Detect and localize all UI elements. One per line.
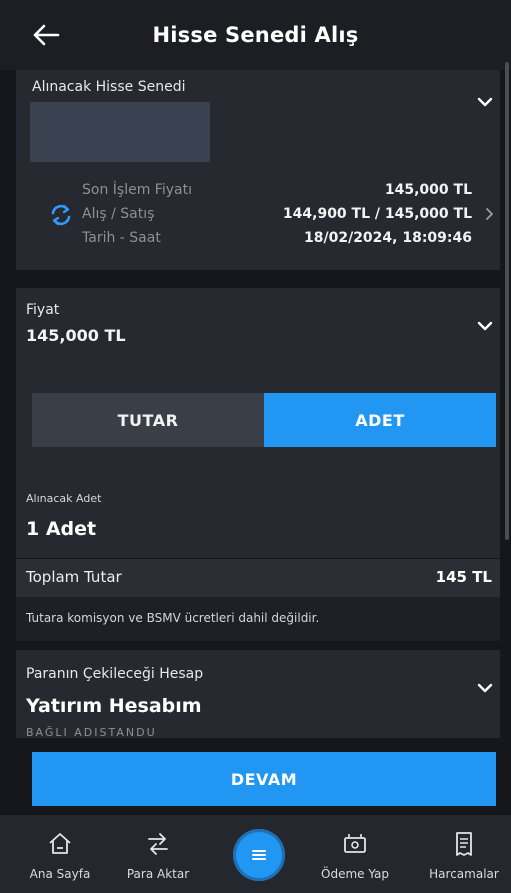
price-label: Fiyat bbox=[26, 302, 60, 318]
price-selector[interactable]: Fiyat 145,000 TL bbox=[16, 288, 500, 366]
menu-button[interactable] bbox=[233, 829, 285, 881]
quantity-field[interactable]: Alınacak Adet 1 Adet bbox=[16, 476, 500, 558]
nav-label-payment: Ödeme Yap bbox=[321, 867, 389, 881]
total-row: Toplam Tutar 145 TL bbox=[16, 559, 500, 597]
last-price-value: 145,000 TL bbox=[384, 182, 472, 198]
commission-note: Tutara komisyon ve BSMV ücretleri dahil … bbox=[26, 611, 320, 625]
nav-item-home[interactable]: Ana Sayfa bbox=[20, 815, 100, 893]
chevron-down-icon bbox=[477, 683, 493, 693]
quantity-value[interactable]: 1 Adet bbox=[26, 518, 96, 540]
price-value: 145,000 TL bbox=[26, 326, 126, 345]
date-time-value: 18/02/2024, 18:09:46 bbox=[304, 230, 472, 246]
date-time-label: Tarih - Saat bbox=[82, 230, 161, 246]
chevron-down-icon bbox=[477, 97, 493, 107]
last-price-row: Son İşlem Fiyatı 145,000 TL bbox=[16, 182, 500, 204]
menu-icon bbox=[252, 850, 266, 860]
chevron-down-icon bbox=[477, 321, 493, 331]
nav-label-transfer: Para Aktar bbox=[126, 867, 190, 881]
scrollbar[interactable] bbox=[505, 62, 509, 540]
nav-item-transfer[interactable]: Para Aktar bbox=[118, 815, 198, 893]
page-title: Hisse Senedi Alış bbox=[152, 23, 359, 47]
bid-ask-label: Alış / Satış bbox=[82, 206, 155, 222]
nav-label-expenses: Harcamalar bbox=[429, 867, 499, 881]
bid-ask-row: Alış / Satış 144,900 TL / 145,000 TL bbox=[16, 206, 500, 228]
total-value: 145 TL bbox=[435, 568, 492, 586]
transfer-icon bbox=[148, 833, 168, 855]
header-bar: Hisse Senedi Alış bbox=[0, 0, 511, 70]
last-price-label: Son İşlem Fiyatı bbox=[82, 182, 192, 198]
bid-ask-value: 144,900 TL / 145,000 TL bbox=[282, 206, 472, 222]
date-time-row: Tarih - Saat 18/02/2024, 18:09:46 bbox=[16, 230, 500, 252]
back-arrow-icon[interactable] bbox=[30, 20, 62, 50]
quantity-label: Alınacak Adet bbox=[26, 492, 102, 505]
tab-adet[interactable]: ADET bbox=[264, 393, 496, 447]
continue-button[interactable]: DEVAM bbox=[32, 752, 496, 806]
total-label: Toplam Tutar bbox=[26, 568, 122, 586]
receipt-icon bbox=[456, 832, 472, 856]
account-selector[interactable]: Paranın Çekileceği Hesap Yatırım Hesabım… bbox=[16, 650, 500, 738]
account-value: Yatırım Hesabım bbox=[26, 695, 202, 717]
nav-label-home: Ana Sayfa bbox=[29, 867, 91, 881]
home-icon bbox=[49, 833, 71, 854]
account-sub: BAĞLI ADISTANDU bbox=[26, 726, 157, 736]
price-info-panel[interactable]: Son İşlem Fiyatı 145,000 TL Alış / Satış… bbox=[16, 170, 500, 270]
payment-icon bbox=[344, 834, 366, 853]
stock-label: Alınacak Hisse Senedi bbox=[32, 79, 186, 95]
nav-item-payment[interactable]: Ödeme Yap bbox=[310, 815, 400, 893]
tab-tutar[interactable]: TUTAR bbox=[32, 393, 264, 447]
stock-selector[interactable]: Alınacak Hisse Senedi bbox=[16, 70, 500, 170]
commission-note-panel: Tutara komisyon ve BSMV ücretleri dahil … bbox=[16, 597, 500, 641]
stock-name-placeholder bbox=[30, 102, 210, 162]
nav-item-expenses[interactable]: Harcamalar bbox=[418, 815, 510, 893]
amount-mode-toggle: TUTAR ADET bbox=[32, 393, 496, 447]
account-label: Paranın Çekileceği Hesap bbox=[26, 666, 204, 682]
chevron-right-icon bbox=[486, 208, 493, 220]
